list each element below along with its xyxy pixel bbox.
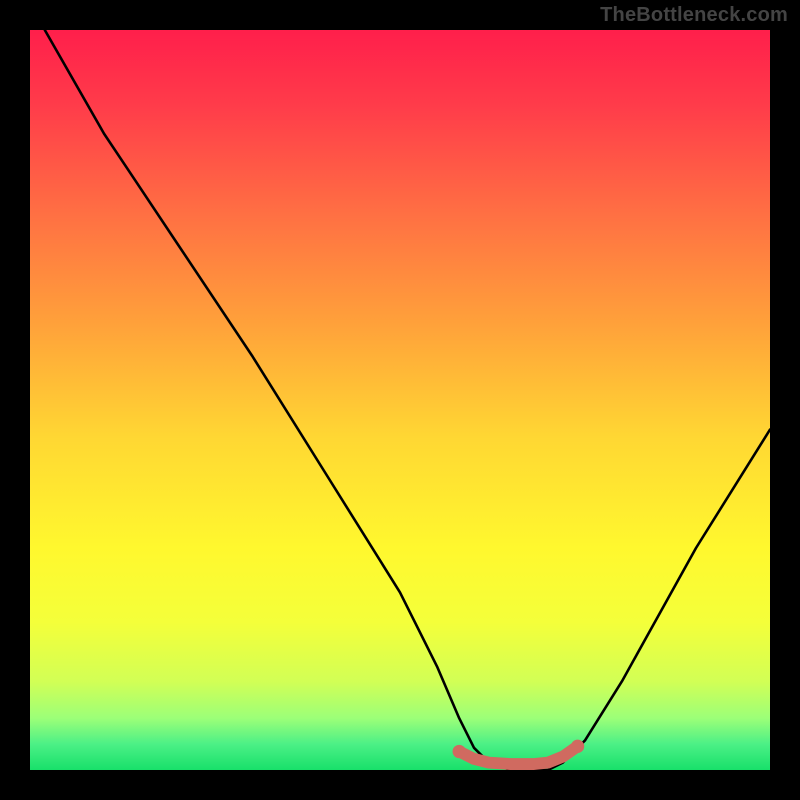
main-curve-path: [45, 30, 770, 770]
plot-area: [30, 30, 770, 770]
highlight-end-dot: [571, 740, 584, 753]
watermark-text: TheBottleneck.com: [600, 4, 788, 27]
chart-frame: TheBottleneck.com: [0, 0, 800, 800]
highlight-start-dot: [453, 745, 466, 758]
chart-curve: [30, 30, 770, 770]
